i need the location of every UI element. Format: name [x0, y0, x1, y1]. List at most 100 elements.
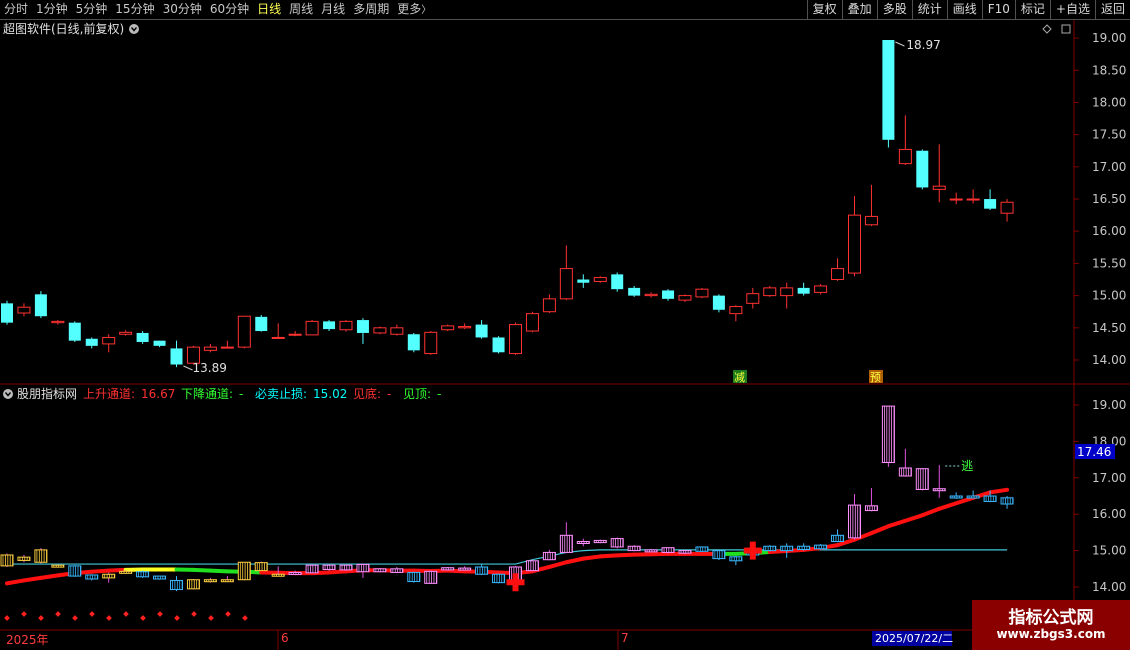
indicator-bar [915, 467, 929, 491]
price-tick-label: 14.50 [1092, 321, 1126, 335]
ind-tick-label: 15.00 [1092, 544, 1126, 558]
indicator-bar [881, 405, 895, 467]
candle-body [390, 327, 404, 335]
indicator-bar [136, 570, 150, 578]
price-tick-label: 19.00 [1092, 31, 1126, 45]
cursor-date-label: 2025/07/22/二 [875, 632, 953, 645]
indicator-bar [305, 564, 319, 574]
candle-body [1000, 201, 1014, 214]
candle-body [628, 287, 641, 296]
date-label-july: 7 [621, 631, 629, 645]
candle-body [780, 287, 794, 297]
candle-body [984, 199, 997, 209]
indicator-bar [153, 575, 167, 580]
candle [339, 320, 353, 332]
candle-body [170, 348, 183, 365]
indicator-bar [661, 546, 675, 554]
candle [34, 291, 47, 319]
indicator-bar [186, 578, 200, 590]
chevron-down-icon[interactable] [129, 24, 139, 34]
candle-body [898, 148, 912, 165]
candle [916, 149, 929, 190]
candle-body [51, 320, 65, 324]
indicator-bar [237, 561, 251, 581]
indicator-bar [814, 544, 828, 550]
candle-body [695, 288, 709, 298]
candle-body [882, 40, 895, 140]
escape-signal: 逃 [961, 459, 973, 473]
candle-body [305, 320, 319, 336]
candle-body [323, 321, 336, 330]
candle-body [746, 293, 760, 304]
candle [441, 324, 455, 332]
candle [611, 272, 624, 292]
indicator-bar [373, 568, 387, 573]
indicator-bar [678, 549, 692, 555]
candle-body [662, 290, 675, 299]
channel-segment [208, 568, 230, 574]
candle-body [407, 334, 420, 351]
candle-body [458, 326, 472, 329]
channel-segment [598, 553, 620, 559]
candle-body [525, 313, 539, 332]
candle-body [203, 346, 217, 351]
channel-segment [191, 567, 213, 573]
candle [882, 40, 895, 148]
main-panel-title: 超图软件(日线,前复权) [3, 21, 124, 36]
watermark-url: www.zbgs3.com [996, 627, 1106, 641]
channel-segment [988, 487, 1010, 495]
candle-body [542, 298, 556, 313]
date-label-june: 6 [281, 631, 289, 645]
ind-tick-label: 19.00 [1092, 398, 1126, 412]
indicator-bar [322, 564, 336, 571]
indicator-bar [441, 566, 455, 571]
candle-body [288, 333, 302, 336]
low-price-label: 13.89 [193, 361, 227, 375]
readout-label: 必卖止损: [255, 387, 307, 401]
candle-body [932, 185, 946, 190]
readout-value: 16.67 [141, 387, 175, 401]
indicator-bar [424, 570, 438, 585]
ind-tick-label: 17.00 [1092, 471, 1126, 485]
channel-segment [106, 567, 128, 573]
readout-value: 15.02 [313, 387, 347, 401]
candle [814, 284, 828, 295]
candle-body [848, 214, 861, 274]
candle [255, 314, 268, 332]
candle-body [339, 320, 353, 331]
chevron-down-icon[interactable] [3, 389, 13, 399]
candle [712, 294, 725, 313]
readout-value: - [387, 387, 391, 401]
indicator-bar [0, 553, 14, 567]
high-price-label: 18.97 [906, 38, 940, 52]
watermark-title: 指标公式网 [1008, 608, 1094, 628]
ind-tick-label: 16.00 [1092, 507, 1126, 521]
indicator-bar [712, 549, 726, 561]
candle-body [797, 287, 810, 294]
candle [1, 300, 13, 325]
candle [68, 321, 81, 342]
price-tick-label: 16.50 [1092, 192, 1126, 206]
signal-jian: 减 [734, 371, 745, 384]
candle-body [492, 337, 505, 353]
candle-body [237, 315, 251, 348]
candle-body [831, 268, 845, 281]
current-price-label: 17.46 [1077, 445, 1111, 459]
candle-body [712, 295, 725, 310]
candle-body [441, 325, 455, 331]
candle [136, 331, 149, 344]
readout-label: 见顶: [403, 387, 431, 401]
candle-body [356, 320, 369, 333]
candle-body [153, 340, 166, 346]
price-tick-label: 18.50 [1092, 63, 1126, 77]
site-watermark: 指标公式网 www.zbgs3.com [972, 600, 1130, 650]
candle-body [949, 198, 963, 201]
candle [509, 322, 522, 355]
stock-chart[interactable]: 18.97 13.89 减 预 逃 19.00 18.50 18.00 17.50 17.00… [0, 0, 1130, 650]
candle-body [255, 316, 268, 332]
candle [593, 276, 607, 283]
candle-body [864, 215, 878, 226]
candle-body [102, 336, 116, 345]
ind-tick-label: 14.00 [1092, 580, 1126, 594]
candle [424, 331, 438, 355]
